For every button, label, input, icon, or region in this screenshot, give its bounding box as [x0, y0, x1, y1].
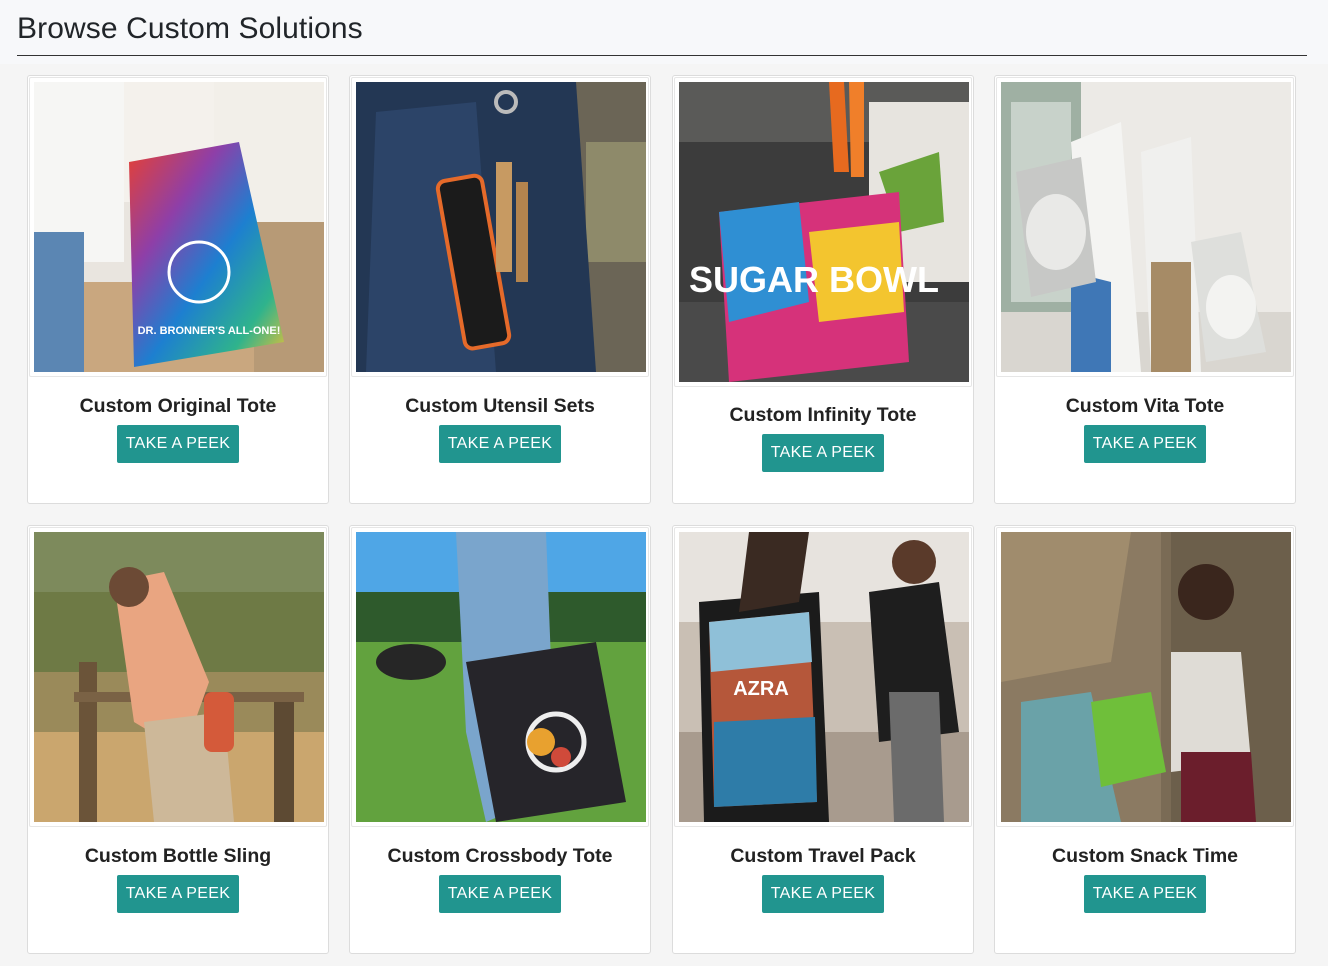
- take-a-peek-button[interactable]: TAKE A PEEK: [762, 875, 884, 913]
- bag-print-text: AZRA: [733, 678, 789, 700]
- product-name: Custom Crossbody Tote: [387, 845, 613, 867]
- product-card[interactable]: Custom Snack Time TAKE A PEEK: [994, 525, 1296, 954]
- product-image-frame: AZRA: [674, 527, 972, 827]
- product-name: Custom Infinity Tote: [729, 404, 917, 426]
- product-card[interactable]: Custom Vita Tote TAKE A PEEK: [994, 75, 1296, 504]
- product-photo-original-tote[interactable]: DR. BRONNER'S ALL-ONE!: [34, 82, 324, 372]
- take-a-peek-button[interactable]: TAKE A PEEK: [117, 875, 239, 913]
- take-a-peek-button[interactable]: TAKE A PEEK: [1084, 875, 1206, 913]
- product-image-frame: SUGAR BOWL: [674, 77, 972, 387]
- product-photo-crossbody-tote[interactable]: [356, 532, 646, 822]
- take-a-peek-button[interactable]: TAKE A PEEK: [439, 875, 561, 913]
- product-name: Custom Snack Time: [1051, 845, 1239, 867]
- product-photo-travel-pack[interactable]: AZRA: [679, 532, 969, 822]
- product-photo-vita-tote[interactable]: [1001, 82, 1291, 372]
- product-image-frame: [29, 527, 327, 827]
- product-name: Custom Bottle Sling: [84, 845, 272, 867]
- product-photo-infinity-tote[interactable]: SUGAR BOWL: [679, 82, 969, 382]
- product-name: Custom Travel Pack: [730, 845, 916, 867]
- product-image-frame: [351, 77, 649, 377]
- product-card[interactable]: Custom Utensil Sets TAKE A PEEK: [349, 75, 651, 504]
- take-a-peek-button[interactable]: TAKE A PEEK: [1084, 425, 1206, 463]
- product-photo-snack-time[interactable]: [1001, 532, 1291, 822]
- take-a-peek-button[interactable]: TAKE A PEEK: [762, 434, 884, 472]
- product-grid: DR. BRONNER'S ALL-ONE! Custom Original T…: [0, 0, 1328, 966]
- product-card[interactable]: DR. BRONNER'S ALL-ONE! Custom Original T…: [27, 75, 329, 504]
- product-card[interactable]: Custom Bottle Sling TAKE A PEEK: [27, 525, 329, 954]
- bag-print-text: DR. BRONNER'S ALL-ONE!: [138, 325, 281, 337]
- product-card[interactable]: Custom Crossbody Tote TAKE A PEEK: [349, 525, 651, 954]
- product-photo-bottle-sling[interactable]: [34, 532, 324, 822]
- take-a-peek-button[interactable]: TAKE A PEEK: [439, 425, 561, 463]
- bag-print-text: SUGAR BOWL: [689, 259, 939, 300]
- take-a-peek-button[interactable]: TAKE A PEEK: [117, 425, 239, 463]
- product-image-frame: [996, 527, 1294, 827]
- product-card[interactable]: AZRA Custom Travel Pack TAKE A PEEK: [672, 525, 974, 954]
- product-card[interactable]: SUGAR BOWL Custom Infinity Tote TAKE A P…: [672, 75, 974, 504]
- product-image-frame: [996, 77, 1294, 377]
- product-name: Custom Utensil Sets: [405, 395, 595, 417]
- product-name: Custom Vita Tote: [1065, 395, 1225, 417]
- product-image-frame: [351, 527, 649, 827]
- product-photo-utensil-sets[interactable]: [356, 82, 646, 372]
- product-name: Custom Original Tote: [79, 395, 277, 417]
- product-image-frame: DR. BRONNER'S ALL-ONE!: [29, 77, 327, 377]
